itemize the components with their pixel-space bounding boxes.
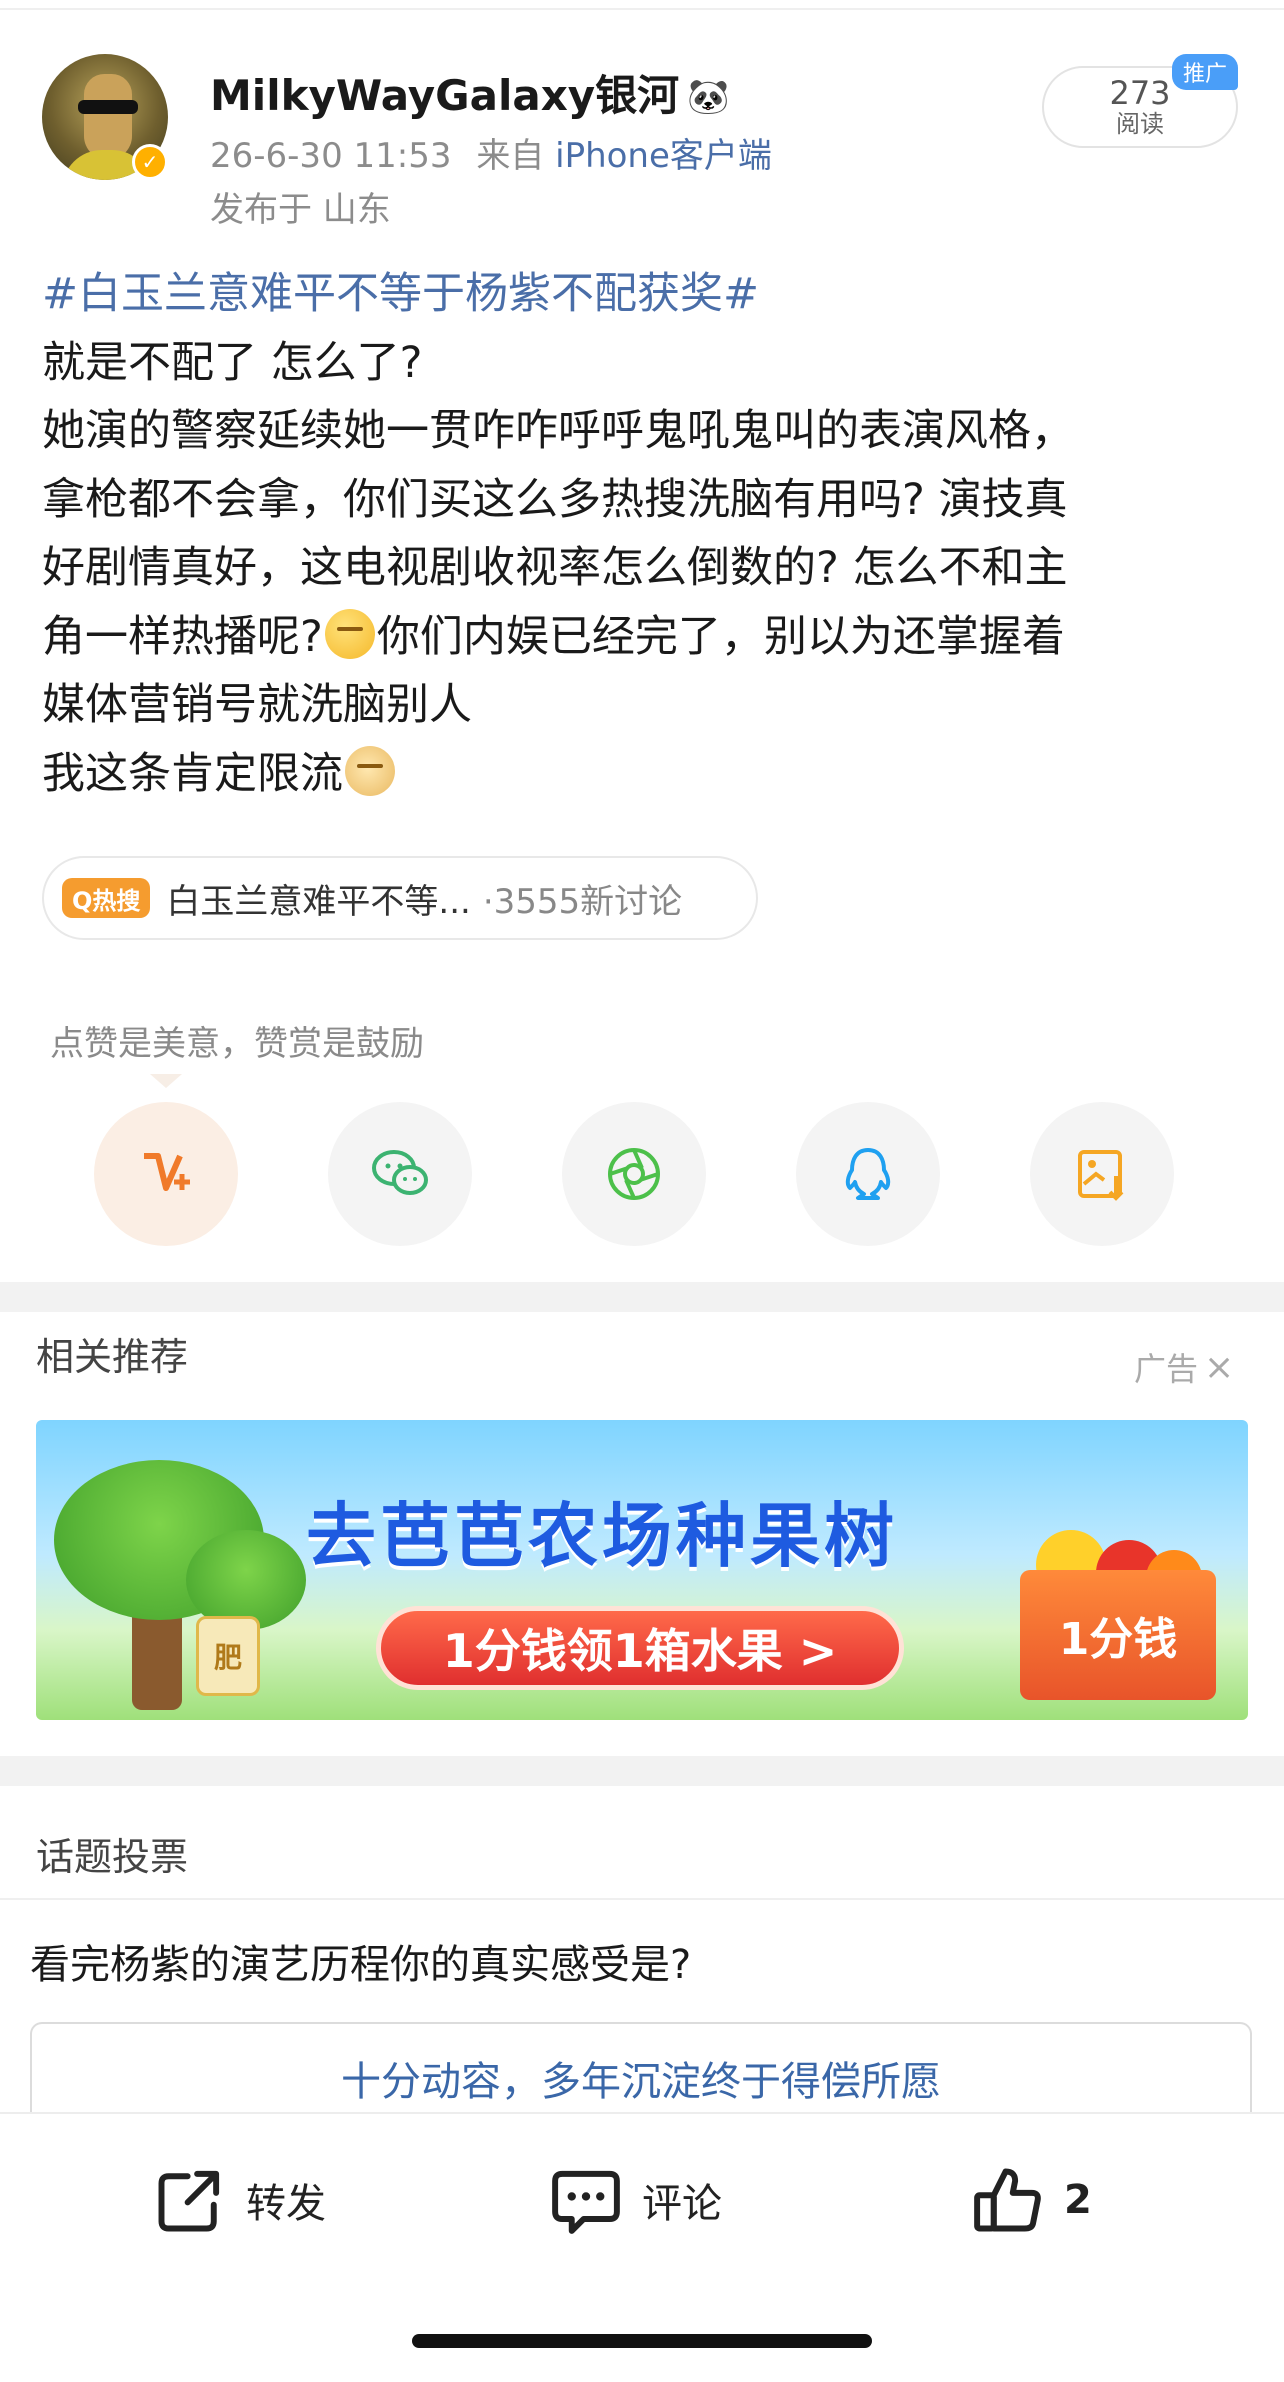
smirk-emoji-icon — [324, 608, 375, 659]
like-count: 2 — [1064, 2177, 1092, 2223]
divider — [0, 1898, 1284, 1900]
comment-icon — [552, 2170, 620, 2234]
home-indicator[interactable] — [412, 2334, 872, 2348]
wechat-icon — [372, 1150, 428, 1195]
top-divider — [0, 0, 1284, 10]
post-line: 角一样热播呢? — [42, 611, 323, 662]
post-line: 媒体营销号就洗脑别人 — [42, 680, 472, 730]
save-image-icon — [1078, 1150, 1124, 1201]
hot-search-pill[interactable]: Q热搜 白玉兰意难平不等... ·3555新讨论 — [42, 856, 758, 940]
avatar-glasses — [78, 100, 138, 114]
location: 发布于 山东 — [210, 190, 391, 230]
post-line-with-emoji: 角一样热播呢? 你们内娱已经完了，别以为还掌握着 — [42, 603, 1252, 672]
moments-share-button[interactable] — [562, 1102, 706, 1246]
post-line: 好剧情真好，这电视剧收视率怎么倒数的? 怎么不和主 — [42, 543, 1068, 593]
post-content: #白玉兰意难平不等于杨紫不配获奖# 就是不配了 怎么了? 她演的警察延续她一贯咋… — [42, 260, 1252, 808]
section-gap — [0, 1282, 1284, 1312]
ad-text: 广告 — [1134, 1350, 1199, 1388]
banner-cta-button[interactable]: 1分钱领1箱水果 > — [376, 1606, 904, 1690]
weibo-v-icon — [144, 1153, 190, 1191]
like-button[interactable]: 2 — [970, 2160, 1092, 2240]
timestamp: 26-6-30 11:53 — [210, 136, 452, 176]
comment-label: 评论 — [642, 2181, 722, 2227]
close-icon[interactable]: × — [1204, 1347, 1234, 1388]
vote-question: 看完杨紫的演艺历程你的真实感受是? — [30, 1942, 692, 1988]
banner-title: 去芭芭农场种果树 — [306, 1495, 898, 1577]
verified-badge-icon: ✓ — [132, 144, 168, 180]
promo-badge[interactable]: 推广 — [1172, 54, 1238, 90]
read-count: 273 — [1109, 74, 1171, 112]
ad-label[interactable]: 广告 × — [1134, 1344, 1234, 1390]
hot-search-tag: Q热搜 — [62, 878, 151, 918]
repost-icon — [158, 2170, 220, 2232]
fertilizer-icon: 肥 — [196, 1616, 260, 1696]
qq-share-button[interactable] — [796, 1102, 940, 1246]
fruit-box: 1分钱 — [1020, 1570, 1216, 1700]
username-row[interactable]: MilkyWayGalaxy银河 🐼 — [210, 62, 730, 123]
repost-label: 转发 — [246, 2181, 326, 2227]
panda-icon: 🐼 — [687, 77, 730, 117]
read-label: 阅读 — [1116, 110, 1164, 138]
source-prefix: 来自 — [476, 136, 545, 176]
repost-button[interactable]: 转发 — [152, 2160, 326, 2240]
avatar-face — [84, 74, 132, 160]
post-meta: 26-6-30 11:53 来自 iPhone客户端 — [210, 128, 772, 177]
thumbs-up-icon — [974, 2168, 1041, 2232]
post-line: 你们内娱已经完了，别以为还掌握着 — [376, 611, 1065, 662]
post-line: 拿枪都不会拿，你们买这么多热搜洗脑有用吗? 演技真 — [42, 474, 1068, 525]
hot-search-text: 白玉兰意难平不等... — [166, 881, 471, 922]
save-image-button[interactable] — [1030, 1102, 1174, 1246]
post-line: 就是不配了 怎么了? — [42, 337, 423, 388]
source-client[interactable]: iPhone客户端 — [555, 136, 772, 176]
recommend-title: 相关推荐 — [36, 1335, 189, 1379]
moments-icon — [608, 1148, 660, 1200]
ad-banner[interactable]: 肥 去芭芭农场种果树 1分钱领1箱水果 > 1分钱 — [36, 1420, 1248, 1720]
post-line: 她演的警察延续她一贯咋咋呼呼鬼吼鬼叫的表演风格， — [42, 406, 1074, 456]
post-line-with-emoji: 我这条肯定限流 — [42, 740, 1252, 809]
like-hint: 点赞是美意，赞赏是鼓励 — [50, 1024, 424, 1064]
qq-icon — [845, 1148, 891, 1200]
doge-emoji-icon — [345, 745, 395, 796]
wechat-share-button[interactable] — [328, 1102, 472, 1246]
post-line: 我这条肯定限流 — [42, 748, 343, 799]
topic-link[interactable]: #白玉兰意难平不等于杨紫不配获奖# — [42, 260, 1252, 329]
hint-arrow — [150, 1074, 182, 1088]
weibo-v-button[interactable] — [94, 1102, 238, 1246]
username[interactable]: MilkyWayGalaxy银河 — [210, 71, 679, 120]
hot-search-count: ·3555新讨论 — [482, 881, 683, 922]
vote-title: 话题投票 — [36, 1835, 189, 1879]
tree-icon-small — [186, 1530, 306, 1630]
share-row — [0, 1102, 1284, 1246]
section-gap — [0, 1756, 1284, 1786]
comment-button[interactable]: 评论 — [548, 2160, 722, 2240]
